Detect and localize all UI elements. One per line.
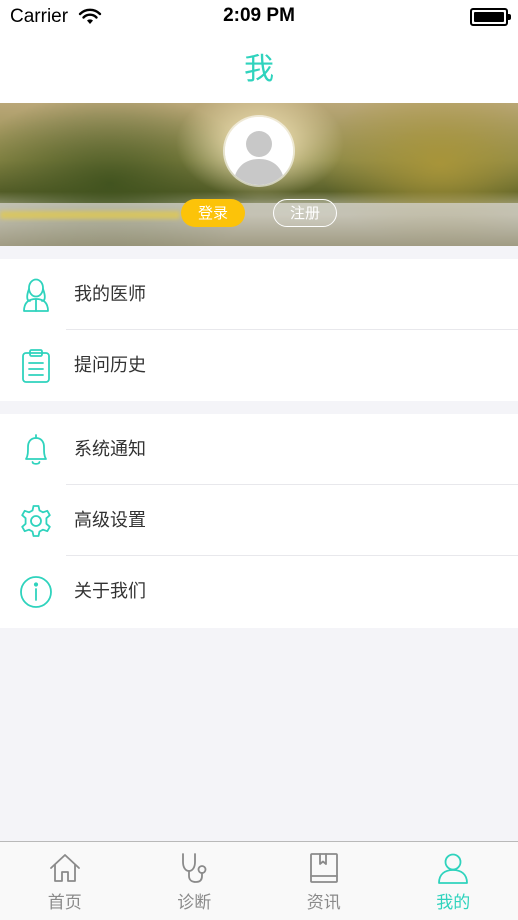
home-icon bbox=[48, 851, 82, 885]
background-image bbox=[0, 203, 518, 246]
menu-item-label: 提问历史 bbox=[74, 355, 146, 376]
menu-item-notifications[interactable]: 系统通知 bbox=[0, 414, 518, 485]
avatar[interactable] bbox=[225, 117, 293, 185]
menu-item-label: 系统通知 bbox=[74, 439, 146, 460]
battery-icon bbox=[470, 8, 511, 26]
login-button[interactable]: 登录 bbox=[181, 199, 245, 227]
tab-label: 首页 bbox=[47, 893, 82, 913]
profile-header: 登录 注册 bbox=[0, 103, 518, 246]
tab-home[interactable]: 首页 bbox=[0, 842, 130, 920]
gear-icon bbox=[18, 503, 54, 539]
nav-bar: 我 bbox=[0, 36, 518, 103]
book-icon bbox=[307, 851, 341, 885]
menu-item-about-us[interactable]: 关于我们 bbox=[0, 556, 518, 627]
tab-label: 资讯 bbox=[306, 893, 341, 913]
menu-item-my-doctor[interactable]: 我的医师 bbox=[0, 259, 518, 330]
menu-item-label: 关于我们 bbox=[74, 581, 146, 602]
doctor-icon bbox=[18, 277, 54, 313]
menu-item-label: 高级设置 bbox=[74, 510, 146, 531]
clock: 2:09 PM bbox=[223, 5, 295, 26]
tab-mine[interactable]: 我的 bbox=[389, 842, 518, 920]
tab-bar: 首页 诊断 资讯 我的 bbox=[0, 841, 518, 920]
info-icon bbox=[18, 574, 54, 610]
bell-icon bbox=[18, 432, 54, 468]
menu-item-question-history[interactable]: 提问历史 bbox=[0, 330, 518, 401]
tab-label: 诊断 bbox=[177, 893, 212, 913]
menu-item-label: 我的医师 bbox=[74, 284, 146, 305]
stethoscope-icon bbox=[177, 851, 211, 885]
menu-group-personal: 我的医师 提问历史 bbox=[0, 259, 518, 401]
person-icon bbox=[436, 851, 470, 885]
tab-diagnosis[interactable]: 诊断 bbox=[130, 842, 260, 920]
tab-news[interactable]: 资讯 bbox=[259, 842, 389, 920]
page-title: 我 bbox=[244, 52, 274, 87]
tab-label: 我的 bbox=[436, 893, 471, 913]
menu-item-advanced-settings[interactable]: 高级设置 bbox=[0, 485, 518, 556]
clipboard-icon bbox=[18, 348, 54, 384]
status-bar: Carrier 2:09 PM bbox=[0, 0, 518, 36]
menu-group-system: 系统通知 高级设置 关于我们 bbox=[0, 414, 518, 628]
register-button[interactable]: 注册 bbox=[273, 199, 337, 227]
default-avatar-icon bbox=[225, 117, 293, 185]
